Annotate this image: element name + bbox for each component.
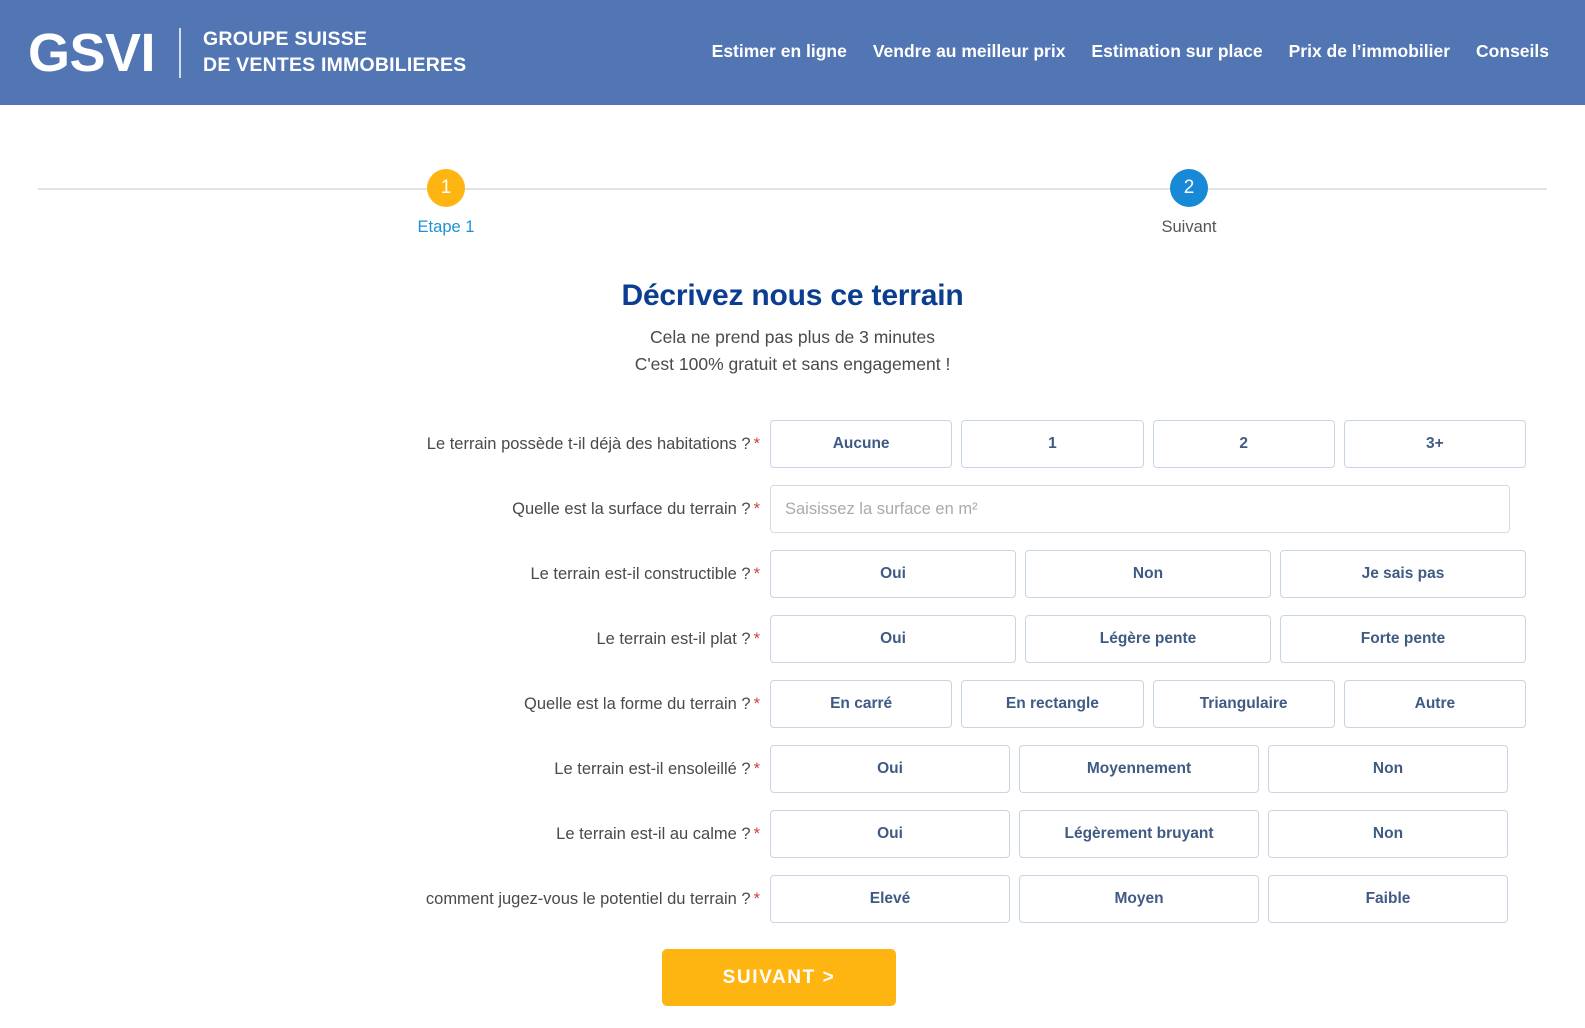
form-rows: Le terrain possède t-il déjà des habitat… [0,420,1585,924]
option-forme-1[interactable]: En carré [770,680,953,729]
option-constructible-2[interactable]: Non [1025,550,1271,599]
brand-mark: GSVI [28,22,156,83]
option-ensoleille-2[interactable]: Moyennement [1019,745,1259,794]
label-text: comment jugez-vous le potentiel du terra… [425,889,751,908]
option-group-potentiel: Elevé Moyen Faible [770,875,1508,924]
form-row-label-constructible: Le terrain est-il constructible ? * [0,565,770,584]
required-marker: * [753,629,760,648]
nav-item-conseils[interactable]: Conseils [1476,41,1549,62]
option-plat-3[interactable]: Forte pente [1280,615,1526,664]
option-calme-2[interactable]: Légèrement bruyant [1019,810,1259,859]
option-habitations-2[interactable]: 1 [961,420,1144,469]
form-row-label-calme: Le terrain est-il au calme ? * [0,825,770,844]
stepper-step-1-circle: 1 [427,169,465,207]
page-subtitle: Cela ne prend pas plus de 3 minutes C'es… [0,324,1585,378]
brand-subtitle-line1: GROUPE SUISSE [203,27,368,50]
option-group-habitations: Aucune 1 2 3+ [770,420,1526,469]
option-forme-2[interactable]: En rectangle [961,680,1144,729]
option-ensoleille-3[interactable]: Non [1268,745,1508,794]
option-constructible-1[interactable]: Oui [770,550,1016,599]
site-header: GSVI GROUPE SUISSE DE VENTES IMMOBILIERE… [0,0,1585,105]
main-navigation: Estimer en ligne Vendre au meilleur prix… [466,41,1549,64]
option-forme-4[interactable]: Autre [1343,680,1526,729]
label-text: Quelle est la forme du terrain ? [524,694,751,713]
required-marker: * [753,694,760,713]
terrain-description-form: Le terrain possède t-il déjà des habitat… [0,420,1585,1007]
form-row-forme: Quelle est la forme du terrain ? * En carr… [0,680,1585,729]
label-text: Le terrain est-il au calme ? [556,824,751,843]
label-text: Le terrain est-il constructible ? [530,564,751,583]
nav-item-estimation-sur-place[interactable]: Estimation sur place [1091,41,1262,62]
option-potentiel-2[interactable]: Moyen [1019,875,1259,924]
option-group-constructible: Oui Non Je sais pas [770,550,1526,599]
option-forme-3[interactable]: Triangulaire [1152,680,1335,729]
nav-item-vendre-au-meilleur-prix[interactable]: Vendre au meilleur prix [873,41,1066,62]
brand-divider [179,27,182,78]
stepper-step-2-circle: 2 [1170,169,1208,207]
label-text: Quelle est la surface du terrain ? [512,499,751,518]
submit-row: SUIVANT > [0,949,1585,1007]
label-text: Le terrain est-il ensoleillé ? [554,759,751,778]
form-row-label-forme: Quelle est la forme du terrain ? * [0,695,770,714]
option-calme-3[interactable]: Non [1268,810,1508,859]
stepper-track [38,188,1547,190]
form-row-calme: Le terrain est-il au calme ? * Oui Légèreme… [0,810,1585,859]
stepper-step-1[interactable]: 1 Etape 1 [366,163,526,237]
page-subtitle-line1: Cela ne prend pas plus de 3 minutes [649,327,936,347]
option-plat-2[interactable]: Légère pente [1025,615,1271,664]
option-habitations-4[interactable]: 3+ [1343,420,1526,469]
form-row-label-habitations: Le terrain possède t-il déjà des habitat… [0,435,770,454]
page-subtitle-line2: C'est 100% gratuit et sans engagement ! [634,354,951,375]
required-marker: * [753,759,760,778]
form-row-label-ensoleille: Le terrain est-il ensoleillé ? * [0,760,770,779]
nav-item-prix-de-limmobilier[interactable]: Prix de l’immobilier [1289,41,1450,62]
brand-subtitle-line2: DE VENTES IMMOBILIERES [203,53,467,76]
option-group-forme: En carré En rectangle Triangulaire Autre [770,680,1526,729]
brand-logo[interactable]: GSVI GROUPE SUISSE DE VENTES IMMOBILIERE… [28,26,466,80]
label-text: Le terrain possède t-il déjà des habitat… [426,434,751,453]
option-plat-1[interactable]: Oui [770,615,1016,664]
form-row-label-potentiel: comment jugez-vous le potentiel du terra… [0,890,770,909]
option-group-plat: Oui Légère pente Forte pente [770,615,1526,664]
form-row-constructible: Le terrain est-il constructible ? * Oui Non… [0,550,1585,599]
form-row-habitations: Le terrain possède t-il déjà des habitat… [0,420,1585,469]
option-calme-1[interactable]: Oui [770,810,1010,859]
required-marker: * [753,889,760,908]
required-marker: * [753,499,760,518]
option-group-ensoleille: Oui Moyennement Non [770,745,1508,794]
nav-item-estimer-en-ligne[interactable]: Estimer en ligne [712,41,847,62]
option-habitations-1[interactable]: Aucune [770,420,953,469]
intro-block: Décrivez nous ce terrain Cela ne prend p… [0,279,1585,378]
label-text: Le terrain est-il plat ? [596,629,751,648]
option-potentiel-3[interactable]: Faible [1268,875,1508,924]
required-marker: * [753,564,760,583]
option-ensoleille-1[interactable]: Oui [770,745,1010,794]
required-marker: * [753,824,760,843]
suivant-submit-button[interactable]: SUIVANT > [662,949,896,1007]
option-potentiel-1[interactable]: Elevé [770,875,1010,924]
brand-subtitle: GROUPE SUISSE DE VENTES IMMOBILIERES [203,27,466,78]
stepper-step-1-label: Etape 1 [417,218,475,236]
required-marker: * [753,434,760,453]
form-row-surface: Quelle est la surface du terrain ? * [0,485,1585,534]
progress-stepper: 1 Etape 1 2 Suivant [38,163,1547,241]
page-title: Décrivez nous ce terrain [621,279,964,312]
option-habitations-3[interactable]: 2 [1152,420,1335,469]
form-row-plat: Le terrain est-il plat ? * Oui Légère pente… [0,615,1585,664]
stepper-step-2[interactable]: 2 Suivant [1109,163,1269,237]
form-row-ensoleille: Le terrain est-il ensoleillé ? * Oui Moyenn… [0,745,1585,794]
option-group-calme: Oui Légèrement bruyant Non [770,810,1508,859]
stepper-step-2-label: Suivant [1161,218,1217,236]
form-row-label-surface: Quelle est la surface du terrain ? * [0,500,770,519]
form-row-label-plat: Le terrain est-il plat ? * [0,630,770,649]
form-row-potentiel: comment jugez-vous le potentiel du terra… [0,875,1585,924]
option-constructible-3[interactable]: Je sais pas [1280,550,1526,599]
input-surface[interactable] [770,485,1510,534]
